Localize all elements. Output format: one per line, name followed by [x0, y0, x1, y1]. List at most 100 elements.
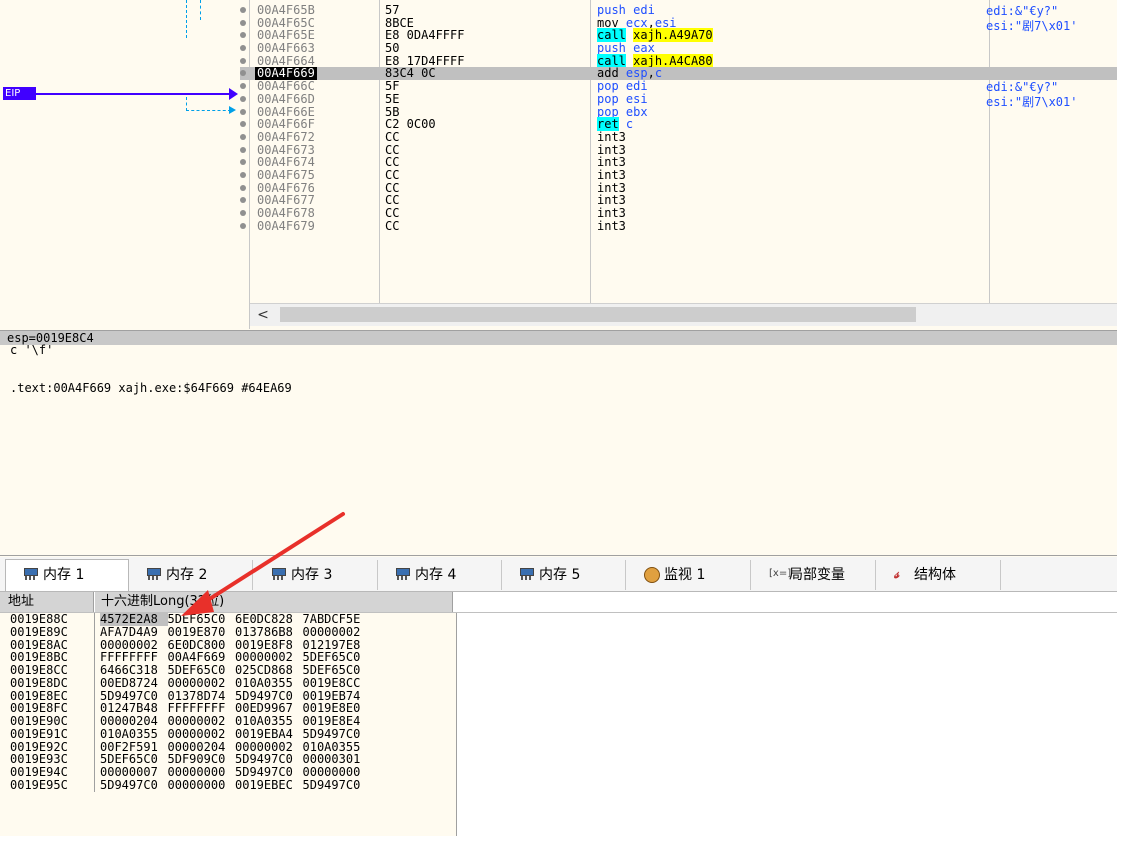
tab-memory-2[interactable]: 内存 2 — [129, 560, 253, 590]
disassembly-view[interactable]: EIP 00A4F65B 57 push edi 00A4F65C 8BCE mov ec… — [0, 0, 1117, 329]
breakpoint-dot[interactable] — [240, 45, 246, 52]
dump-cell[interactable]: 0019EBEC — [235, 778, 303, 792]
instruction-row[interactable]: 00A4F676 CC int3 — [240, 181, 1117, 195]
dump-cell[interactable]: 5D9497C0 — [303, 778, 371, 792]
dump-cell-selected[interactable]: 4572E2A8 — [100, 613, 168, 626]
dump-row[interactable]: 0019E8BC FFFFFFFF 00A4F669 00000002 5DEF65C0 — [0, 651, 456, 665]
tab-memory-5[interactable]: 内存 5 — [502, 560, 626, 590]
dump-cell[interactable]: 00000002 — [168, 727, 236, 741]
breakpoint-dot[interactable] — [240, 95, 246, 102]
dump-cell[interactable]: 010A0355 — [235, 676, 303, 690]
instruction-list[interactable]: 00A4F65B 57 push edi 00A4F65C 8BCE mov ecx,es… — [240, 4, 1117, 232]
dump-cell[interactable]: 0019E8CC — [303, 676, 371, 690]
dump-cell[interactable]: 013786B8 — [235, 625, 303, 639]
dump-row[interactable]: 0019E90C 00000204 00000002 010A0355 0019E8E4 — [0, 715, 456, 728]
breakpoint-dot[interactable] — [240, 70, 246, 77]
dump-cell[interactable]: 5D9497C0 — [235, 766, 303, 779]
instruction-text: push eax — [597, 42, 655, 55]
instruction-bytes: CC — [385, 218, 400, 233]
dump-cell[interactable]: 5DEF65C0 — [303, 664, 371, 677]
dump-row[interactable]: 0019E92C 00F2F591 00000204 00000002 010A0355 — [0, 740, 456, 754]
dump-row[interactable]: 0019E93C 5DEF65C0 5DF909C0 5D9497C0 00000301 — [0, 753, 456, 767]
dump-cell[interactable]: 0019E8E4 — [303, 715, 371, 728]
breakpoint-dot[interactable] — [240, 83, 246, 90]
dump-cell[interactable]: 5DEF65C0 — [168, 613, 236, 626]
breakpoint-dot[interactable] — [240, 57, 246, 64]
instruction-row[interactable]: 00A4F677 CC int3 — [240, 194, 1117, 207]
hex-column-header[interactable]: 十六进制Long(32位) — [95, 592, 453, 612]
dump-cell[interactable]: 00ED8724 — [100, 676, 168, 690]
dump-row[interactable]: 0019E91C 010A0355 00000002 0019EBA4 5D9497C0 — [0, 727, 456, 741]
info-pane[interactable]: esp=0019E8C4 c '\f' .text:00A4F669 xajh.… — [0, 330, 1117, 556]
column-separator — [94, 651, 95, 665]
instruction-row[interactable]: 00A4F673 CC int3 — [240, 143, 1117, 157]
debugger-window: EIP 00A4F65B 57 push edi 00A4F65C 8BCE mov ec… — [0, 0, 1117, 836]
scroll-left-button[interactable]: < — [253, 306, 273, 324]
breakpoint-dot[interactable] — [240, 210, 246, 216]
instruction-row[interactable]: 00A4F675 CC int3 — [240, 169, 1117, 182]
horizontal-scrollbar[interactable]: < — [250, 303, 1117, 326]
tab-locals[interactable]: [x=] 局部变量 — [752, 560, 876, 590]
breakpoint-dot[interactable] — [240, 222, 246, 229]
tab-memory-3[interactable]: 内存 3 — [254, 560, 378, 590]
dump-cell[interactable]: 0019EBA4 — [235, 727, 303, 741]
dump-cell[interactable]: 5D9497C0 — [100, 778, 168, 792]
dump-cell[interactable]: 6E0DC828 — [235, 613, 303, 626]
breakpoint-dot[interactable] — [240, 32, 246, 39]
tab-watch-1[interactable]: 监视 1 — [627, 560, 751, 590]
dump-cell[interactable]: 5DEF65C0 — [168, 664, 236, 677]
instruction-row[interactable]: 00A4F672 CC int3 — [240, 131, 1117, 144]
dump-cell[interactable]: 00000002 — [168, 715, 236, 728]
dump-cell[interactable]: 00000000 — [168, 766, 236, 779]
dump-row[interactable]: 0019E8EC 5D9497C0 01378D74 5D9497C0 0019EB74 — [0, 689, 456, 703]
dump-rows[interactable]: 0019E88C 4572E2A8 5DEF65C0 6E0DC828 7ABDCF5E… — [0, 613, 457, 836]
tab-memory-1[interactable]: 内存 1 — [5, 559, 129, 591]
instruction-row[interactable]: 00A4F674 CC int3 — [240, 156, 1117, 169]
dump-row[interactable]: 0019E89C AFA7D4A9 0019E870 013786B8 00000002 — [0, 625, 456, 639]
dump-cell[interactable]: 00000000 — [168, 778, 236, 792]
dump-cell[interactable]: 00000204 — [100, 715, 168, 728]
breakpoint-dot[interactable] — [240, 7, 246, 13]
breakpoint-dot[interactable] — [240, 171, 246, 178]
breakpoint-dot[interactable] — [240, 19, 246, 26]
dump-cell[interactable]: AFA7D4A9 — [100, 625, 168, 639]
instruction-row[interactable]: 00A4F663 50 push eax — [240, 42, 1117, 55]
breakpoint-dot[interactable] — [240, 159, 246, 166]
dump-row[interactable]: 0019E88C 4572E2A8 5DEF65C0 6E0DC828 7ABDCF5E — [0, 613, 456, 626]
breakpoint-dot[interactable] — [240, 197, 246, 204]
dump-cell[interactable]: 0019E870 — [168, 625, 236, 639]
breakpoint-dot[interactable] — [240, 121, 246, 128]
address-column-header[interactable]: 地址 — [0, 592, 94, 612]
dump-row[interactable]: 0019E8FC 01247B48 FFFFFFFF 00ED9967 0019E8E0 — [0, 702, 456, 716]
dump-cell[interactable]: 00000002 — [303, 625, 371, 639]
dump-cell[interactable]: 00000007 — [100, 766, 168, 779]
breakpoint-dot[interactable] — [240, 133, 246, 140]
dump-row[interactable]: 0019E8CC 6466C318 5DEF65C0 025CD868 5DEF65C0 — [0, 664, 456, 677]
instruction-row[interactable]: 00A4F679 CC int3 — [240, 218, 1117, 233]
dump-cell[interactable]: 5D9497C0 — [303, 727, 371, 741]
instruction-row[interactable]: 00A4F664 E8 17D4FFFF call xajh.A4CA80 — [240, 53, 1117, 68]
dump-row[interactable]: 0019E94C 00000007 00000000 5D9497C0 00000000 — [0, 766, 456, 779]
tab-memory-4[interactable]: 内存 4 — [378, 560, 502, 590]
dump-cell[interactable]: 6466C318 — [100, 664, 168, 677]
breakpoint-dot[interactable] — [240, 108, 246, 115]
dump-cell[interactable]: 7ABDCF5E — [303, 613, 371, 626]
dump-row[interactable]: 0019E8DC 00ED8724 00000002 010A0355 0019E8CC — [0, 676, 456, 690]
dump-cell[interactable]: 010A0355 — [100, 727, 168, 741]
breakpoint-dot[interactable] — [240, 184, 246, 191]
instruction-row[interactable]: 00A4F678 CC int3 — [240, 207, 1117, 220]
tab-structs[interactable]: 𝓈 结构体 — [877, 560, 1001, 590]
dump-row[interactable]: 0019E95C 5D9497C0 00000000 0019EBEC 5D9497C0 — [0, 777, 456, 792]
instruction-row-current[interactable]: 00A4F669 83C4 0C add esp,c — [240, 67, 1117, 81]
scrollbar-thumb[interactable] — [280, 307, 916, 322]
dump-row[interactable]: 0019E8AC 00000002 6E0DC800 0019E8F8 012197E8 — [0, 638, 456, 652]
column-separator — [94, 689, 95, 703]
breakpoint-dot[interactable] — [240, 146, 246, 153]
dump-cell[interactable]: 010A0355 — [235, 715, 303, 728]
dump-cell[interactable]: 00000002 — [168, 676, 236, 690]
instruction-row[interactable]: 00A4F66F C2 0C00 ret c — [240, 117, 1117, 132]
memory-dump-view[interactable]: 地址 十六进制Long(32位) 0019E88C 4572E2A8 5DEF65C… — [0, 592, 1117, 836]
dump-address: 0019E95C — [10, 777, 68, 792]
dump-cell[interactable]: 025CD868 — [235, 664, 303, 677]
dump-cell[interactable]: 00000000 — [303, 766, 371, 779]
